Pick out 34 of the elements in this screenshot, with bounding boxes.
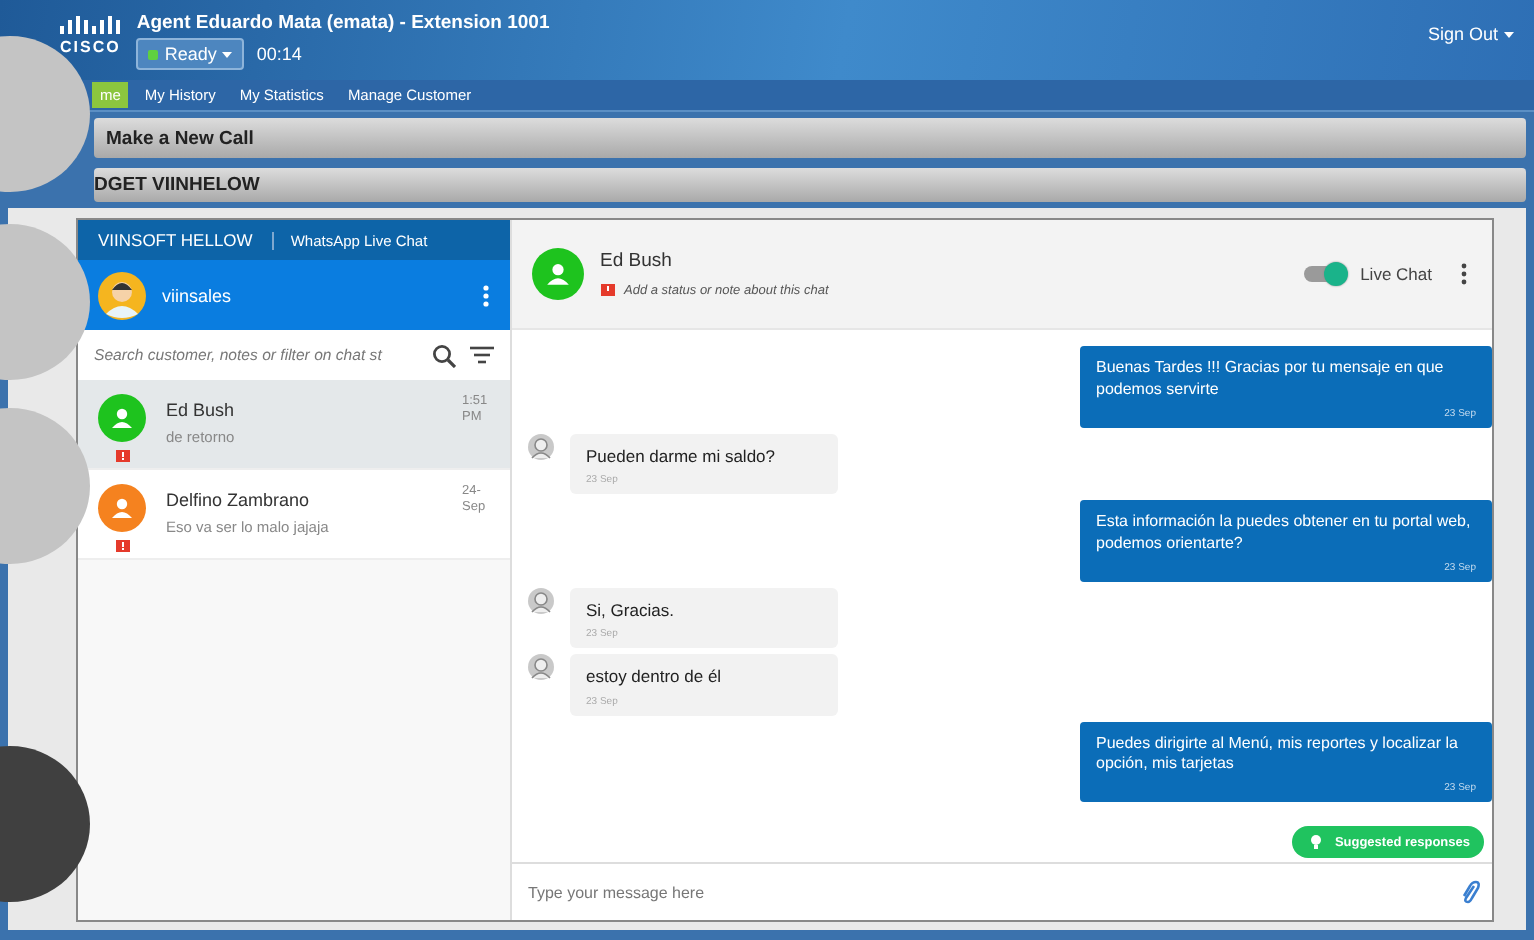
flag-icon bbox=[600, 284, 616, 298]
live-chat-toggle[interactable] bbox=[1304, 266, 1345, 282]
filter-icon[interactable] bbox=[470, 346, 494, 364]
contact-name: Delfino Zambrano bbox=[166, 490, 312, 510]
more-icon[interactable] bbox=[482, 283, 490, 307]
more-icon[interactable] bbox=[1460, 262, 1468, 286]
user-avatar-icon bbox=[98, 271, 146, 319]
paperclip-icon[interactable] bbox=[1460, 880, 1480, 904]
message-text: Esta información la puedes obtener en tu portal web, podemos orientarte? bbox=[1096, 512, 1473, 556]
person-avatar-icon bbox=[528, 587, 554, 614]
caret-icon bbox=[222, 51, 233, 57]
agent-title: Agent Eduardo Mata (emata) - Extension 1001 bbox=[136, 12, 550, 34]
toggle-label: Live Chat bbox=[1360, 264, 1432, 284]
contact-name: Ed Bush bbox=[600, 250, 674, 272]
logo-bars-icon bbox=[60, 16, 120, 34]
message-text: estoy dentro de él bbox=[586, 666, 724, 690]
person-avatar-icon bbox=[528, 654, 554, 681]
contact-name: Ed Bush bbox=[166, 400, 237, 420]
lightbulb-icon bbox=[1306, 832, 1327, 852]
search-icon[interactable] bbox=[432, 343, 456, 367]
person-avatar-icon bbox=[528, 433, 554, 460]
sign-out-button[interactable]: Sign Out bbox=[1419, 12, 1522, 56]
message-text: Pueden darme mi saldo? bbox=[586, 445, 778, 469]
logo-text: CISCO bbox=[60, 38, 121, 56]
message-text: Si, Gracias. bbox=[586, 599, 676, 623]
user-name: viinsales bbox=[162, 285, 234, 305]
status-dropdown[interactable]: Ready bbox=[136, 38, 245, 70]
panel-header[interactable]: Make a New Call bbox=[94, 118, 1526, 158]
caret-icon bbox=[1504, 31, 1514, 37]
panel-header[interactable]: DGET VIINHELOW bbox=[94, 168, 1526, 202]
timer: 00:14 bbox=[256, 44, 302, 64]
message-text: Puedes dirigirte al Menú, mis reportes y localizar la opción, mis tarjetas bbox=[1096, 733, 1460, 777]
message-text: Buenas Tardes !!! Gracias por tu mensaje en que podemos servirte bbox=[1096, 358, 1446, 402]
brand-name: VIINSOFT HELLOW bbox=[98, 230, 253, 250]
